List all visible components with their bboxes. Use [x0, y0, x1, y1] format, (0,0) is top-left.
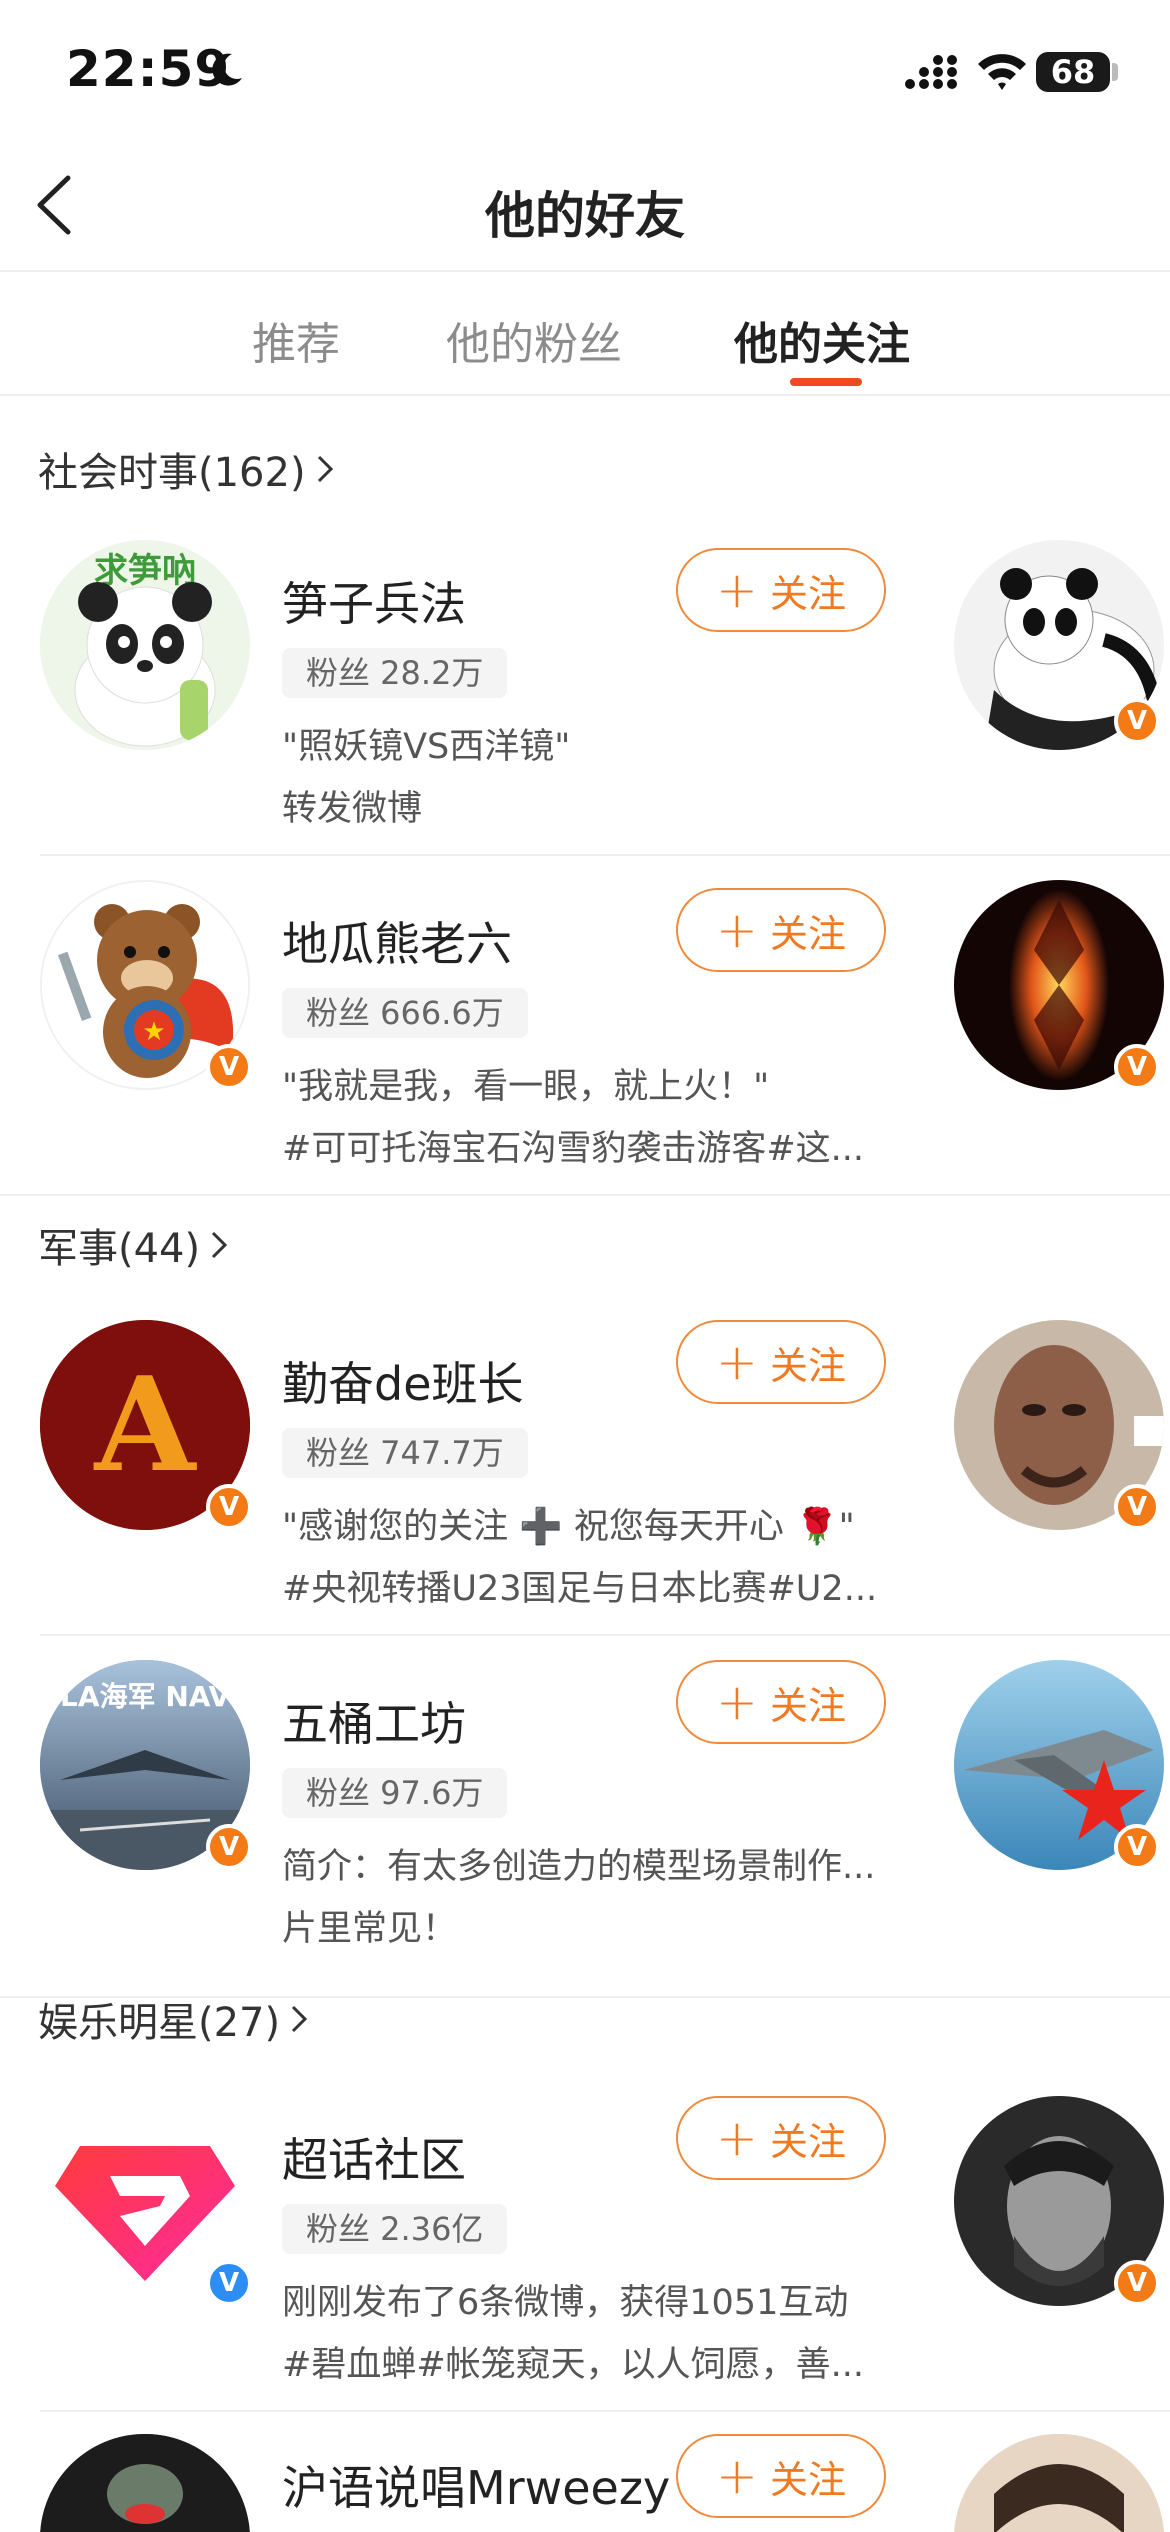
- fans-count: 粉丝 97.6万: [282, 1768, 508, 1818]
- user-name[interactable]: 地瓜熊老六: [282, 908, 512, 974]
- avatar-letter: A: [93, 1348, 198, 1501]
- user-desc-line1: 简介：有太多创造力的模型场景制作...: [282, 1847, 876, 1887]
- verified-badge-icon: V: [1114, 1824, 1160, 1870]
- section-header-military[interactable]: 军事(44): [38, 1216, 230, 1274]
- user-name[interactable]: 五桶工坊: [282, 1688, 466, 1754]
- battery-indicator: 68: [1036, 52, 1110, 92]
- tab-bar: 推荐 他的粉丝 他的关注: [0, 274, 1170, 396]
- panda-avatar-image: 求笋吶: [40, 540, 250, 750]
- follow-label: 关注: [769, 571, 846, 616]
- wifi-icon: [978, 54, 1026, 90]
- chevron-right-icon: [212, 1231, 228, 1259]
- navy-label: PLA海军 NAVY: [40, 1680, 250, 1713]
- section-divider: [0, 1194, 1170, 1196]
- tab-recommend[interactable]: 推荐: [252, 308, 340, 372]
- follow-button[interactable]: + 关注: [676, 1320, 886, 1404]
- fans-count: 粉丝 747.7万: [282, 1428, 528, 1478]
- list-item[interactable]: V 超话社区 粉丝 2.36亿 刚刚发布了6条微博，获得1051互动 #碧血蝉#…: [0, 2096, 1170, 2412]
- fans-count: 粉丝 666.6万: [282, 988, 528, 1038]
- follow-label: 关注: [769, 2457, 846, 2502]
- avatar[interactable]: [40, 2434, 250, 2532]
- list-item[interactable]: A V 勤奋de班长 粉丝 747.7万 "感谢您的关注 ➕ 祝您每天开心 🌹"…: [0, 1320, 1170, 1636]
- battery-tip: [1112, 63, 1118, 81]
- row-divider: [40, 854, 1170, 856]
- verified-badge-icon: V: [206, 1824, 252, 1870]
- tab-his-fans[interactable]: 他的粉丝: [446, 308, 622, 372]
- user-desc-line1: "照妖镜VS西洋镜": [282, 727, 571, 767]
- row-divider: [40, 2410, 1170, 2412]
- verified-badge-icon: V: [206, 1484, 252, 1530]
- recent-post-thumbnail[interactable]: [954, 2434, 1164, 2532]
- user-name[interactable]: 勤奋de班长: [282, 1348, 524, 1414]
- follow-button[interactable]: + 关注: [676, 2434, 886, 2518]
- user-desc-line2: #可可托海宝石沟雪豹袭击游客#这...: [282, 1129, 865, 1169]
- list-item[interactable]: 沪语说唱Mrweezy + 关注: [0, 2434, 1170, 2532]
- list-item[interactable]: PLA海军 NAVY V 五桶工坊 粉丝 97.6万 简介：有太多创造力的模型场…: [0, 1660, 1170, 1976]
- list-item[interactable]: ★ V 地瓜熊老六 粉丝 666.6万 "我就是我，看一眼，就上火！" #可可托…: [0, 880, 1170, 1196]
- chevron-right-icon: [292, 2005, 308, 2033]
- verified-badge-icon: V: [1114, 698, 1160, 744]
- page-title: 他的好友: [485, 187, 685, 245]
- verified-badge-icon: V: [206, 2260, 252, 2306]
- plus-icon: +: [716, 2447, 758, 2505]
- follow-button[interactable]: + 关注: [676, 888, 886, 972]
- fans-count: 粉丝 2.36亿: [282, 2204, 508, 2254]
- user-desc-line1: "我就是我，看一眼，就上火！": [282, 1067, 770, 1107]
- user-desc-line2: #碧血蝉#帐笼窥天，以人饲愿，善...: [282, 2345, 865, 2385]
- verified-badge-icon: V: [1114, 1044, 1160, 1090]
- section-title: 军事(44): [38, 1226, 201, 1272]
- follow-label: 关注: [769, 1683, 846, 1728]
- user-desc-line2: 片里常见！: [282, 1909, 458, 1949]
- follow-label: 关注: [769, 2119, 846, 2164]
- plus-icon: +: [716, 1333, 758, 1391]
- user-desc-line2: #央视转播U23国足与日本比赛#U2...: [282, 1569, 878, 1609]
- status-bar: 22:59 68: [0, 0, 1170, 140]
- section-title: 娱乐明星(27): [38, 2000, 281, 2046]
- follow-label: 关注: [769, 1343, 846, 1388]
- follow-button[interactable]: + 关注: [676, 1660, 886, 1744]
- plus-icon: +: [716, 561, 758, 619]
- user-name[interactable]: 笋子兵法: [282, 568, 466, 634]
- follow-button[interactable]: + 关注: [676, 2096, 886, 2180]
- user-name[interactable]: 超话社区: [282, 2124, 466, 2190]
- list-item[interactable]: 求笋吶 笋子兵法 粉丝 28.2万 "照妖镜VS西洋镜" 转发微博 + 关注 V: [0, 540, 1170, 856]
- user-desc-line1: 刚刚发布了6条微博，获得1051互动: [282, 2283, 849, 2323]
- follow-label: 关注: [769, 911, 846, 956]
- follow-button[interactable]: + 关注: [676, 548, 886, 632]
- user-desc-line1: "感谢您的关注 ➕ 祝您每天开心 🌹": [282, 1507, 855, 1547]
- moon-icon: [212, 53, 242, 86]
- nav-bar: 他的好友: [0, 140, 1170, 272]
- section-header-society[interactable]: 社会时事(162): [38, 440, 336, 498]
- fans-count: 粉丝 28.2万: [282, 648, 508, 698]
- signal-icon: [905, 55, 957, 89]
- avatar[interactable]: 求笋吶: [40, 540, 250, 750]
- plus-icon: +: [716, 1673, 758, 1731]
- section-header-entertainment[interactable]: 娱乐明星(27): [38, 1990, 310, 2048]
- tab-active-indicator: [790, 378, 862, 386]
- verified-badge-icon: V: [206, 1044, 252, 1090]
- svg-text:★: ★: [142, 1017, 165, 1047]
- verified-badge-icon: V: [1114, 1484, 1160, 1530]
- portrait-image: [954, 2434, 1164, 2532]
- plus-icon: +: [716, 901, 758, 959]
- user-name[interactable]: 沪语说唱Mrweezy: [282, 2452, 670, 2518]
- bamboo-label: 求笋吶: [94, 551, 196, 591]
- section-title: 社会时事(162): [38, 450, 306, 496]
- verified-badge-icon: V: [1114, 2260, 1160, 2306]
- user-desc-line2: 转发微博: [282, 789, 423, 829]
- plus-icon: +: [716, 2109, 758, 2167]
- chevron-right-icon: [317, 455, 333, 483]
- tab-his-following[interactable]: 他的关注: [734, 308, 910, 372]
- row-divider: [40, 1634, 1170, 1636]
- rapper-avatar-image: [40, 2434, 250, 2532]
